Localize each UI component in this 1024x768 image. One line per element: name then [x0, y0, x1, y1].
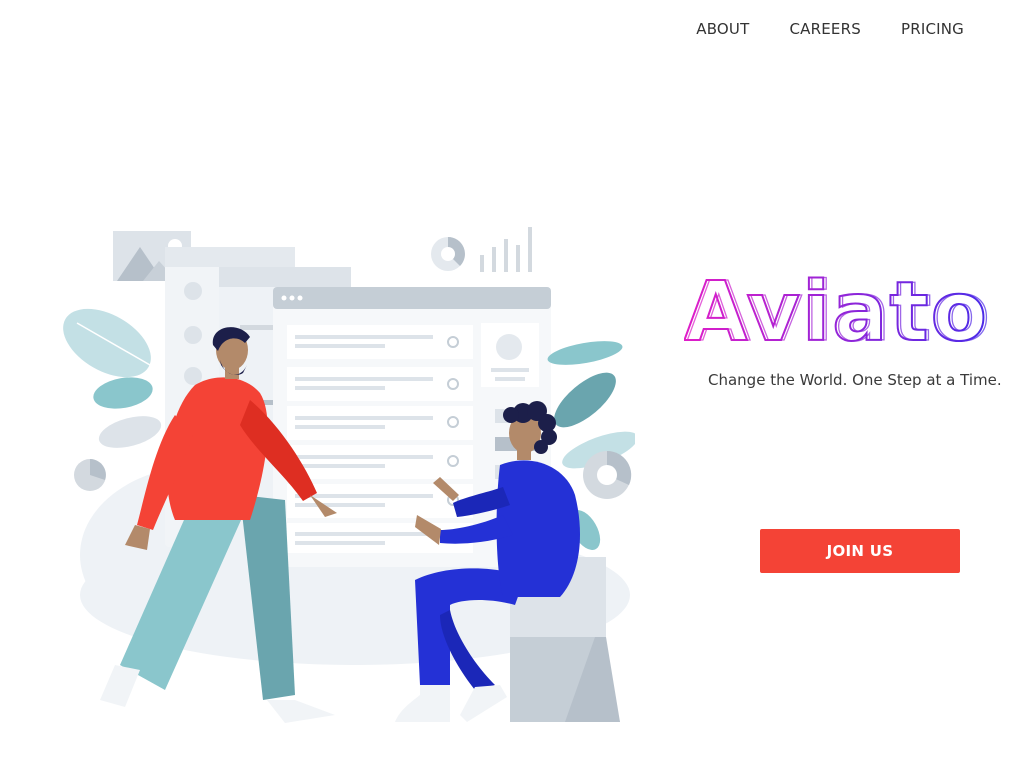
nav-about-link[interactable]: ABOUT [696, 20, 749, 38]
pie-chart-left-icon [74, 459, 106, 491]
top-nav: ABOUT CAREERS PRICING [696, 20, 964, 38]
donut-chart-right-icon [583, 450, 632, 499]
nav-pricing-link[interactable]: PRICING [901, 20, 964, 38]
hero-tagline: Change the World. One Step at a Time. [708, 371, 1002, 389]
brand-name-inner: Aviato [687, 268, 992, 348]
team-dashboard-illustration [63, 227, 638, 723]
brand-wordmark: Aviato Aviato [683, 264, 992, 361]
pie-chart-icon [431, 237, 465, 271]
bar-chart-icon [480, 227, 532, 272]
nav-careers-link[interactable]: CAREERS [789, 20, 860, 38]
hero-illustration [55, 225, 638, 730]
join-us-button[interactable]: JOIN US [760, 529, 960, 573]
brand-logo: Aviato Aviato [683, 264, 1024, 361]
